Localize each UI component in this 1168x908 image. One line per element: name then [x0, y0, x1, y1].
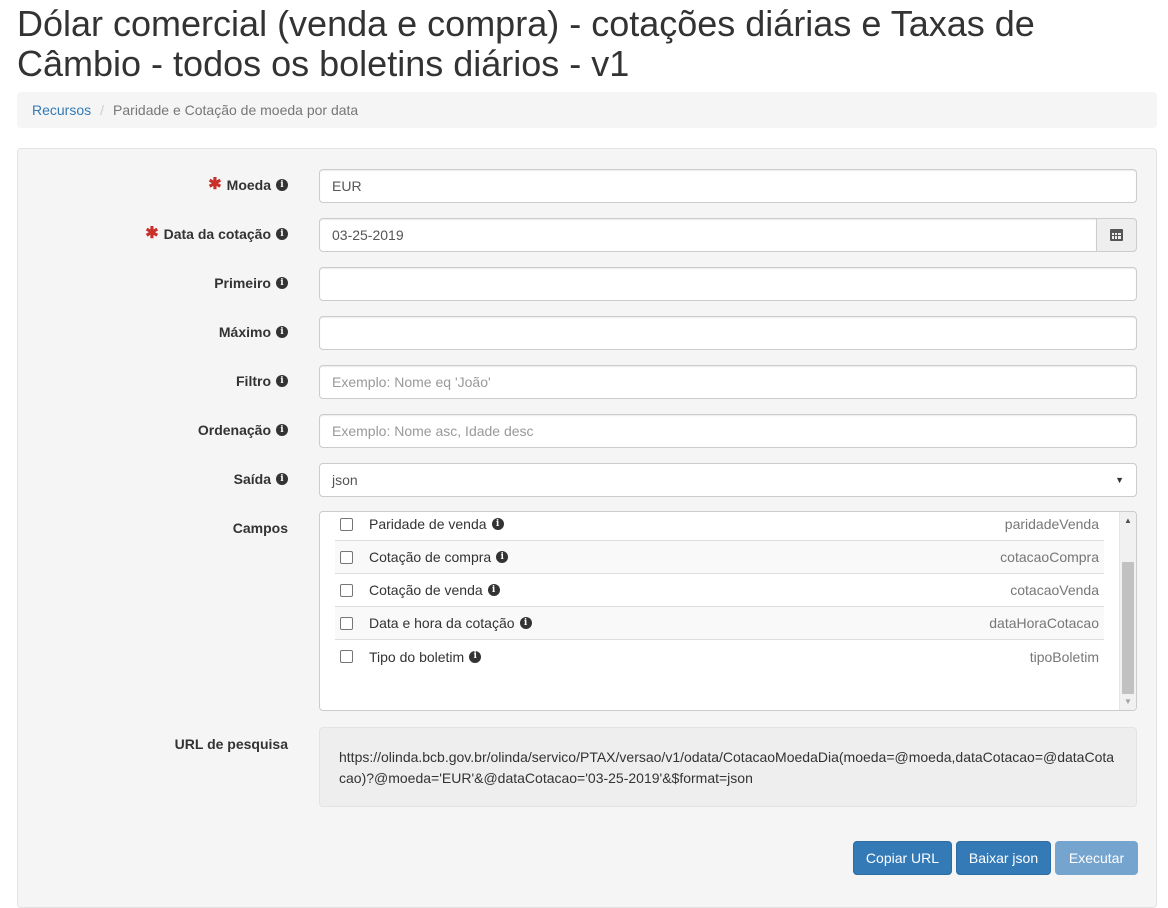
data-cotacao-input[interactable] [319, 218, 1097, 252]
info-icon[interactable]: i [276, 179, 288, 191]
list-item[interactable]: Data e hora da cotação i dataHoraCotacao [335, 607, 1104, 640]
info-icon[interactable]: i [487, 584, 500, 596]
filtro-input[interactable] [319, 365, 1137, 399]
info-icon[interactable]: i [469, 650, 482, 663]
scrollbar[interactable]: ▲ ▼ [1119, 512, 1136, 710]
data-cotacao-label: ✱ Data da cotação i [145, 226, 288, 242]
saida-selected-value: json [332, 472, 358, 488]
breadcrumb-link-recursos[interactable]: Recursos [32, 102, 91, 118]
scroll-down-arrow-icon[interactable]: ▼ [1120, 693, 1136, 710]
field-key: dataHoraCotacao [989, 615, 1099, 631]
calendar-button[interactable] [1096, 218, 1137, 252]
url-label: URL de pesquisa [174, 736, 288, 752]
field-key: cotacaoVenda [1010, 582, 1099, 598]
info-icon[interactable]: i [276, 424, 288, 436]
checkbox[interactable] [340, 583, 353, 597]
scroll-up-arrow-icon[interactable]: ▲ [1120, 512, 1136, 529]
primeiro-input[interactable] [319, 267, 1137, 301]
execute-button[interactable]: Executar [1055, 841, 1138, 875]
breadcrumb-separator: / [100, 102, 105, 118]
required-asterisk-icon: ✱ [145, 225, 159, 242]
maximo-label: Máximo i [219, 324, 288, 340]
calendar-icon [1110, 229, 1123, 241]
info-icon[interactable]: i [491, 518, 504, 530]
filtro-label: Filtro i [236, 373, 288, 389]
info-icon[interactable]: i [496, 551, 509, 563]
moeda-input[interactable] [319, 169, 1137, 203]
breadcrumb-current: Paridade e Cotação de moeda por data [113, 102, 359, 118]
saida-select[interactable]: json ▼ [319, 463, 1137, 497]
maximo-input[interactable] [319, 316, 1137, 350]
checkbox[interactable] [340, 550, 353, 564]
saida-label: Saída i [234, 471, 288, 487]
list-item[interactable]: Cotação de compra i cotacaoCompra [335, 541, 1104, 574]
campos-label: Campos [232, 520, 288, 536]
info-icon[interactable]: i [519, 617, 532, 629]
breadcrumb: Recursos / Paridade e Cotação de moeda p… [17, 92, 1157, 128]
copy-url-button[interactable]: Copiar URL [853, 841, 952, 875]
checkbox[interactable] [340, 650, 353, 663]
field-key: paridadeVenda [1004, 516, 1099, 532]
list-item[interactable]: Paridade de venda i paridadeVenda [335, 512, 1104, 541]
scroll-thumb[interactable] [1122, 562, 1134, 694]
moeda-label: ✱ Moeda i [208, 177, 288, 193]
info-icon[interactable]: i [276, 277, 288, 289]
caret-down-icon: ▼ [1115, 475, 1124, 485]
page-title: Dólar comercial (venda e compra) - cotaç… [17, 3, 1035, 84]
required-asterisk-icon: ✱ [208, 176, 222, 193]
download-json-button[interactable]: Baixar json [956, 841, 1051, 875]
info-icon[interactable]: i [276, 228, 288, 240]
url-display: https://olinda.bcb.gov.br/olinda/servico… [319, 727, 1137, 807]
field-key: cotacaoCompra [1000, 549, 1099, 565]
checkbox[interactable] [340, 616, 353, 630]
checkbox[interactable] [340, 517, 353, 531]
ordenacao-input[interactable] [319, 414, 1137, 448]
field-key: tipoBoletim [1029, 648, 1099, 665]
primeiro-label: Primeiro i [214, 275, 288, 291]
info-icon[interactable]: i [276, 326, 288, 338]
campos-list[interactable]: Paridade de venda i paridadeVenda Cotaçã… [319, 511, 1137, 711]
info-icon[interactable]: i [276, 473, 288, 485]
list-item[interactable]: Tipo do boletim i tipoBoletim [335, 640, 1104, 673]
list-item[interactable]: Cotação de venda i cotacaoVenda [335, 574, 1104, 607]
query-form: ✱ Moeda i ✱ Data da cotação i Primeiro i… [17, 148, 1157, 908]
info-icon[interactable]: i [276, 375, 288, 387]
ordenacao-label: Ordenação i [198, 422, 288, 438]
